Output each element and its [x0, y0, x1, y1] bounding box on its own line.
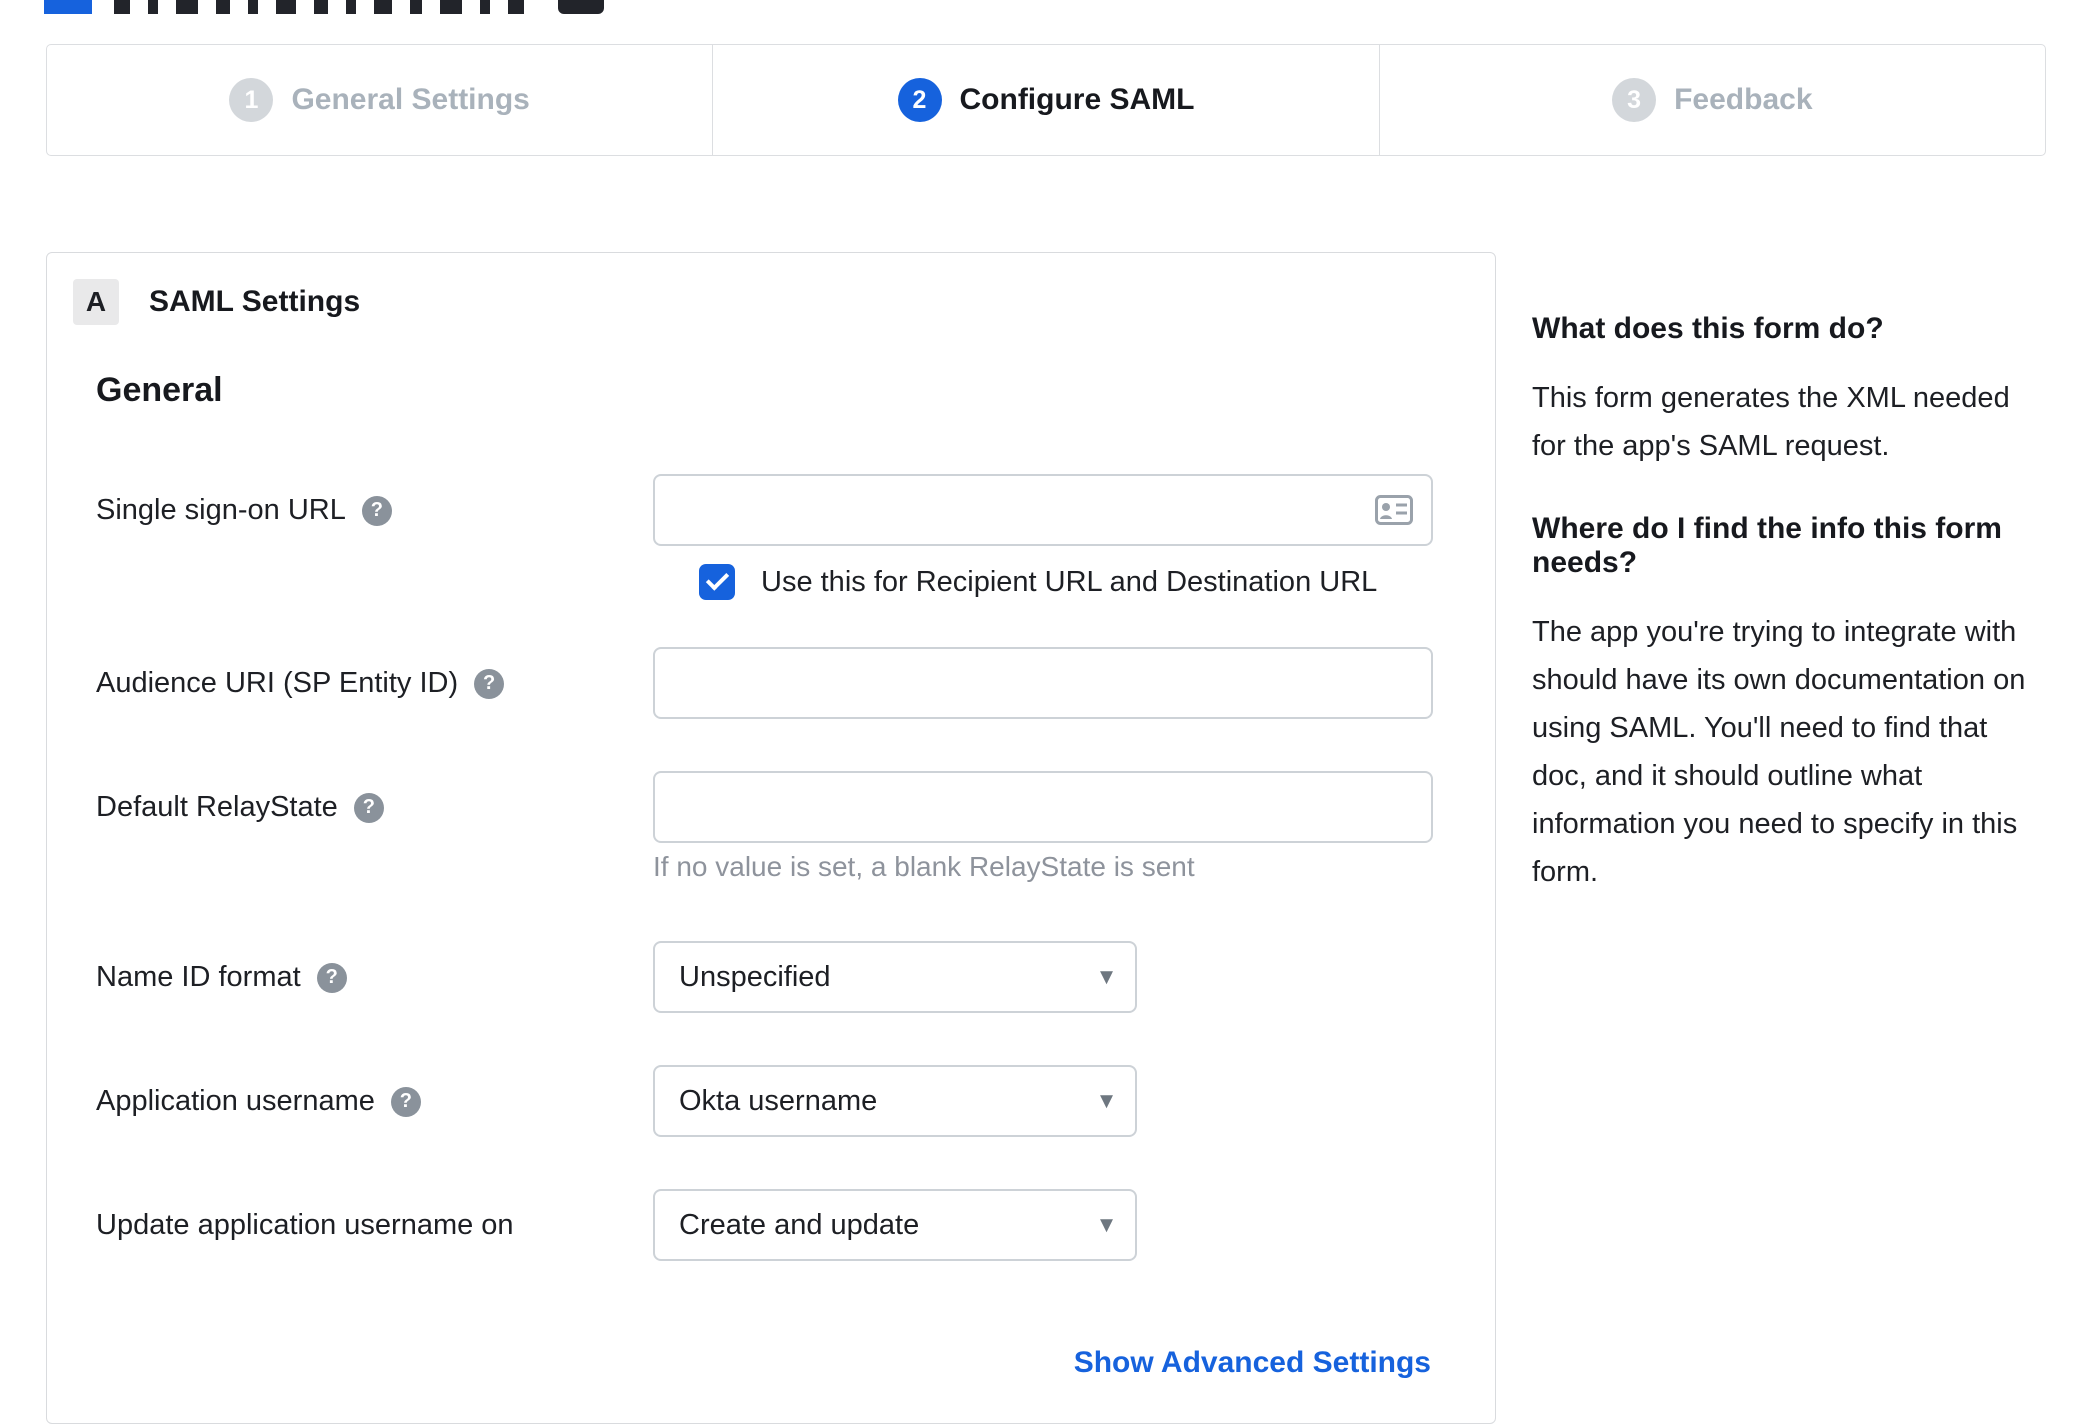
chevron-down-icon: ▾ [1099, 1208, 1113, 1239]
step-label: General Settings [291, 83, 530, 116]
help-answer-1: This form generates the XML needed for t… [1532, 382, 2010, 462]
app-username-select[interactable]: Okta username ▾ [653, 1065, 1137, 1137]
recipient-url-checkbox-label: Use this for Recipient URL and Destinati… [761, 565, 1378, 598]
step-general-settings[interactable]: 1 General Settings [47, 45, 712, 155]
app-username-label: Application username ? [96, 1085, 421, 1118]
audience-uri-input[interactable] [653, 647, 1433, 719]
name-id-format-label: Name ID format ? [96, 961, 347, 994]
clipped-title-fragment [216, 0, 230, 14]
help-icon[interactable]: ? [316, 962, 347, 993]
clipped-title-fragment [314, 0, 328, 14]
show-advanced-settings-link[interactable]: Show Advanced Settings [1074, 1346, 1431, 1380]
wizard-stepper: 1 General Settings 2 Configure SAML 3 Fe… [46, 44, 2046, 156]
group-title-general: General [96, 371, 223, 409]
clipped-title-fragment [346, 0, 356, 14]
help-question-1: What does this form do? [1532, 312, 1884, 345]
help-icon[interactable]: ? [474, 668, 505, 699]
step-configure-saml[interactable]: 2 Configure SAML [712, 45, 1378, 155]
contact-card-icon [1375, 495, 1413, 530]
sso-url-input[interactable] [653, 474, 1433, 546]
section-a-badge: A [73, 279, 119, 325]
clipped-title-fragment [148, 0, 158, 14]
step-number-badge: 1 [229, 78, 274, 122]
update-app-username-label: Update application username on [96, 1209, 514, 1242]
audience-uri-label-text: Audience URI (SP Entity ID) [96, 667, 459, 699]
sso-url-label-text: Single sign-on URL [96, 494, 346, 526]
section-title: SAML Settings [149, 285, 361, 318]
help-icon[interactable]: ? [353, 792, 384, 823]
relay-state-label-text: Default RelayState [96, 791, 338, 823]
name-id-format-value: Unspecified [679, 960, 831, 993]
saml-settings-panel: A SAML Settings General Single sign-on U… [46, 252, 1496, 1424]
step-label: Feedback [1674, 83, 1813, 116]
clipped-title-fragment [176, 0, 198, 14]
panel-header: A SAML Settings [73, 279, 360, 325]
help-icon[interactable]: ? [361, 495, 392, 526]
clipped-title-fragment [248, 0, 258, 14]
relay-state-input[interactable] [653, 771, 1433, 843]
step-label: Configure SAML [959, 83, 1195, 116]
step-number-badge: 3 [1612, 78, 1657, 122]
help-answer-2: The app you're trying to integrate with … [1532, 616, 2026, 888]
clipped-title-fragment [276, 0, 296, 14]
sso-recipient-checkbox-row: Use this for Recipient URL and Destinati… [699, 564, 1377, 600]
help-icon[interactable]: ? [390, 1086, 421, 1117]
clipped-logo-fragment [44, 0, 92, 14]
relay-state-hint: If no value is set, a blank RelayState i… [653, 851, 1195, 882]
name-id-format-select[interactable]: Unspecified ▾ [653, 941, 1137, 1013]
app-username-value: Okta username [679, 1084, 878, 1117]
help-question-2: Where do I find the info this form needs… [1532, 512, 2002, 579]
clipped-title-fragment [508, 0, 524, 14]
sso-url-input-wrap [653, 474, 1433, 546]
relay-state-label: Default RelayState ? [96, 791, 384, 824]
sso-url-label: Single sign-on URL ? [96, 494, 392, 527]
step-feedback[interactable]: 3 Feedback [1378, 45, 2045, 155]
recipient-url-checkbox[interactable] [699, 564, 735, 600]
update-app-username-value: Create and update [679, 1208, 920, 1241]
help-sidebar: What does this form do? This form genera… [1532, 312, 2048, 938]
chevron-down-icon: ▾ [1099, 960, 1113, 991]
clipped-title-fragment [410, 0, 422, 14]
clipped-title-fragment [374, 0, 392, 14]
clipped-page-title [44, 0, 622, 14]
update-app-username-select[interactable]: Create and update ▾ [653, 1189, 1137, 1261]
app-username-label-text: Application username [96, 1085, 375, 1117]
update-app-username-label-text: Update application username on [96, 1209, 514, 1241]
chevron-down-icon: ▾ [1099, 1084, 1113, 1115]
clipped-title-fragment [480, 0, 490, 14]
clipped-title-fragment [114, 0, 130, 14]
clipped-title-fragment [440, 0, 462, 14]
clipped-icon-fragment [558, 0, 604, 14]
name-id-format-label-text: Name ID format [96, 961, 301, 993]
audience-uri-label: Audience URI (SP Entity ID) ? [96, 667, 505, 700]
step-number-badge: 2 [897, 78, 942, 122]
